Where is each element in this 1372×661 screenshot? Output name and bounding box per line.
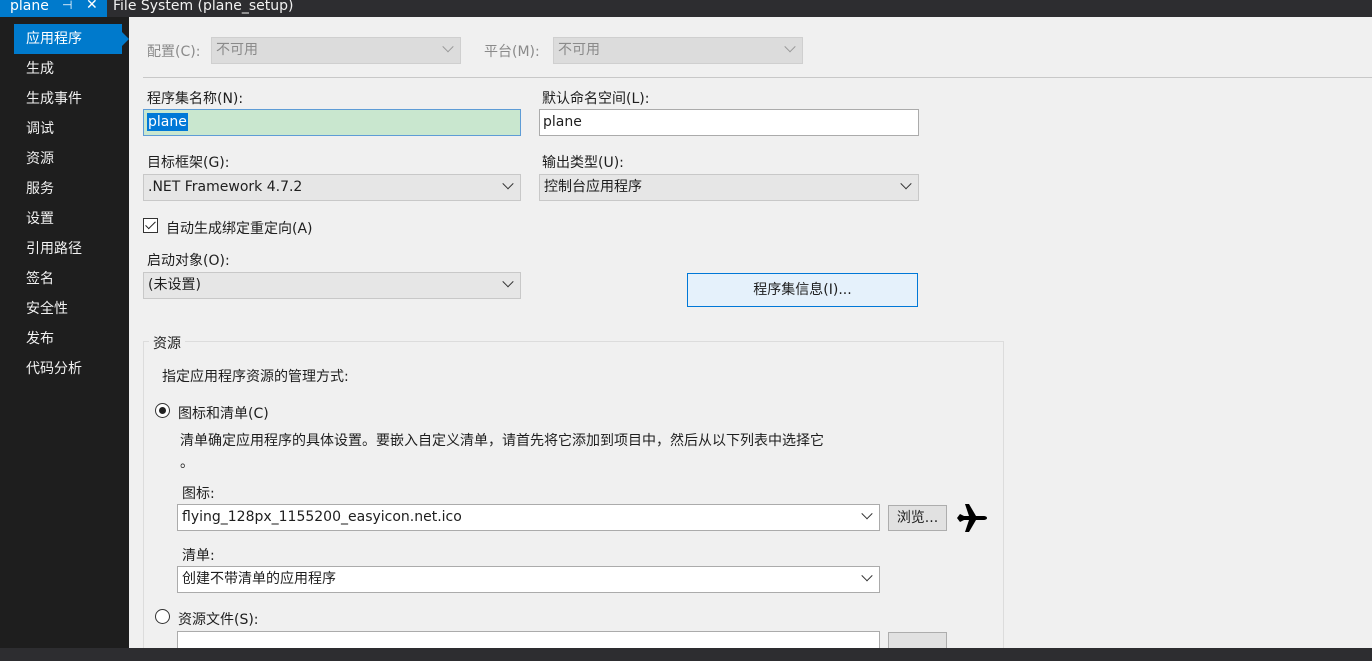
platform-label: 平台(M): xyxy=(484,44,540,60)
manifest-select-value: 创建不带清单的应用程序 xyxy=(182,571,336,587)
icon-select[interactable]: flying_128px_1155200_easyicon.net.ico xyxy=(177,504,880,531)
resource-file-browse-button[interactable] xyxy=(888,632,947,648)
icon-manifest-description-cont: 。 xyxy=(180,455,194,471)
resources-group-title: 资源 xyxy=(149,333,185,353)
target-framework-value: .NET Framework 4.7.2 xyxy=(148,179,303,195)
chevron-down-icon xyxy=(861,508,873,520)
nav-item-build[interactable]: 生成 xyxy=(14,54,122,84)
tab-plane-title: plane xyxy=(10,0,49,14)
output-type-label: 输出类型(U): xyxy=(542,155,624,171)
separator xyxy=(143,77,1372,78)
icon-manifest-label: 图标和清单(C) xyxy=(178,406,269,422)
nav-item-services[interactable]: 服务 xyxy=(14,174,122,204)
startup-object-select[interactable]: (未设置) xyxy=(143,272,521,299)
config-select[interactable]: 不可用 xyxy=(211,37,461,64)
auto-binding-checkbox[interactable] xyxy=(143,218,158,233)
output-type-select[interactable]: 控制台应用程序 xyxy=(539,174,919,201)
manifest-select[interactable]: 创建不带清单的应用程序 xyxy=(177,566,880,593)
startup-object-value: (未设置) xyxy=(148,277,201,293)
chevron-down-icon xyxy=(861,570,873,582)
resource-file-label: 资源文件(S): xyxy=(178,612,259,628)
property-nav: 应用程序 生成 生成事件 调试 资源 服务 设置 引用路径 签名 安全性 发布 代码分析 xyxy=(0,17,129,648)
airplane-icon xyxy=(955,501,989,535)
output-type-value: 控制台应用程序 xyxy=(544,179,642,195)
assembly-info-button[interactable]: 程序集信息(I)... xyxy=(687,273,918,307)
nav-item-security[interactable]: 安全性 xyxy=(14,294,122,324)
chevron-down-icon xyxy=(900,178,912,190)
default-namespace-input[interactable]: plane xyxy=(539,109,919,136)
chevron-down-icon xyxy=(442,41,454,53)
resources-group xyxy=(143,341,1004,648)
tab-file-system[interactable]: File System (plane_setup) xyxy=(113,0,293,13)
icon-manifest-radio[interactable] xyxy=(155,403,170,418)
auto-binding-label: 自动生成绑定重定向(A) xyxy=(166,221,313,237)
platform-select-value: 不可用 xyxy=(558,42,600,58)
icon-manifest-description: 清单确定应用程序的具体设置。要嵌入自定义清单，请首先将它添加到项目中，然后从以下… xyxy=(180,433,824,449)
platform-select[interactable]: 不可用 xyxy=(553,37,803,64)
config-select-value: 不可用 xyxy=(216,42,258,58)
icon-label: 图标: xyxy=(182,486,215,502)
chevron-down-icon xyxy=(502,178,514,190)
target-framework-label: 目标框架(G): xyxy=(147,155,230,171)
pin-icon[interactable]: ⊣ xyxy=(62,0,72,12)
manifest-label: 清单: xyxy=(182,548,215,564)
document-tab-bar: plane ⊣ ✕ File System (plane_setup) xyxy=(0,0,1372,17)
default-namespace-label: 默认命名空间(L): xyxy=(542,91,650,107)
nav-item-debug[interactable]: 调试 xyxy=(14,114,122,144)
assembly-name-input[interactable]: plane xyxy=(143,109,521,136)
startup-object-label: 启动对象(O): xyxy=(147,253,230,269)
tab-plane[interactable]: plane ⊣ ✕ xyxy=(0,0,107,17)
assembly-name-value: plane xyxy=(147,113,188,131)
resource-file-input[interactable] xyxy=(177,631,880,648)
property-page: 配置(C): 不可用 平台(M): 不可用 程序集名称(N): plane 默认… xyxy=(129,17,1372,648)
nav-item-application[interactable]: 应用程序 xyxy=(14,24,129,54)
assembly-name-label: 程序集名称(N): xyxy=(147,91,244,107)
chevron-down-icon xyxy=(502,276,514,288)
nav-item-build-events[interactable]: 生成事件 xyxy=(14,84,122,114)
nav-item-reference-paths[interactable]: 引用路径 xyxy=(14,234,122,264)
resource-file-radio[interactable] xyxy=(155,609,170,624)
nav-item-resources[interactable]: 资源 xyxy=(14,144,122,174)
resources-description: 指定应用程序资源的管理方式: xyxy=(162,369,349,385)
target-framework-select[interactable]: .NET Framework 4.7.2 xyxy=(143,174,521,201)
close-icon[interactable]: ✕ xyxy=(86,0,98,12)
chevron-down-icon xyxy=(784,41,796,53)
bottom-bar xyxy=(0,648,1372,661)
icon-select-value: flying_128px_1155200_easyicon.net.ico xyxy=(182,509,462,525)
nav-item-signing[interactable]: 签名 xyxy=(14,264,122,294)
nav-item-publish[interactable]: 发布 xyxy=(14,324,122,354)
config-label: 配置(C): xyxy=(147,44,201,60)
nav-item-code-analysis[interactable]: 代码分析 xyxy=(14,354,122,384)
nav-item-settings[interactable]: 设置 xyxy=(14,204,122,234)
browse-button[interactable]: 浏览... xyxy=(888,505,947,531)
